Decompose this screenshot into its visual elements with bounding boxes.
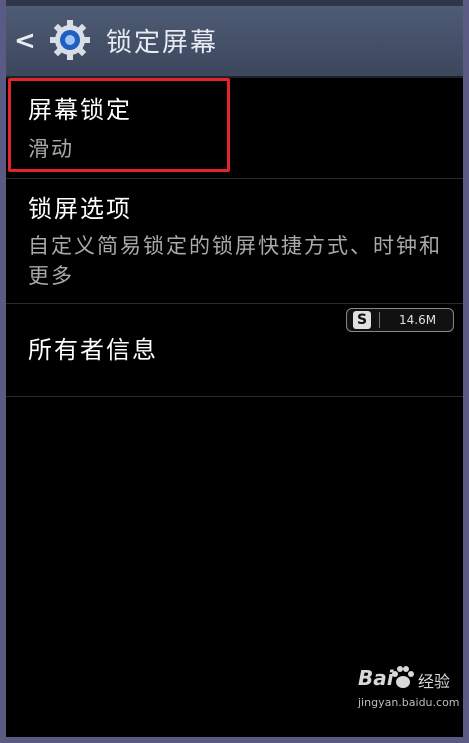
paw-icon (388, 662, 418, 692)
back-button[interactable]: < (14, 26, 40, 56)
memory-value: 14.6M (399, 313, 437, 327)
setting-title: 锁屏选项 (28, 195, 132, 223)
watermark-brand: 经验 (418, 672, 451, 691)
back-arrow-icon: < (14, 26, 36, 56)
settings-gear-icon (48, 18, 92, 62)
highlight-box (8, 78, 230, 172)
setting-row-lock-options[interactable]: 锁屏选项 自定义简易锁定的锁屏快捷方式、时钟和更多 (6, 179, 463, 304)
badge-divider (379, 312, 380, 328)
setting-subtitle: 自定义简易锁定的锁屏快捷方式、时钟和更多 (28, 234, 442, 288)
memory-badge[interactable]: S 14.6M (346, 308, 454, 332)
app-header: < 锁定屏幕 (6, 0, 463, 78)
baidu-watermark: Bai 经验 jingyan.baidu.com (358, 662, 460, 722)
shield-s-icon: S (353, 311, 371, 329)
watermark-url: jingyan.baidu.com (358, 696, 460, 709)
page-title: 锁定屏幕 (106, 28, 219, 58)
settings-screen: < 锁定屏幕 屏幕锁定 滑动 锁屏选项 自定义简易锁定的锁屏快捷方式、时钟和更多… (6, 0, 463, 737)
setting-title: 所有者信息 (28, 336, 158, 364)
status-bar (6, 0, 463, 6)
